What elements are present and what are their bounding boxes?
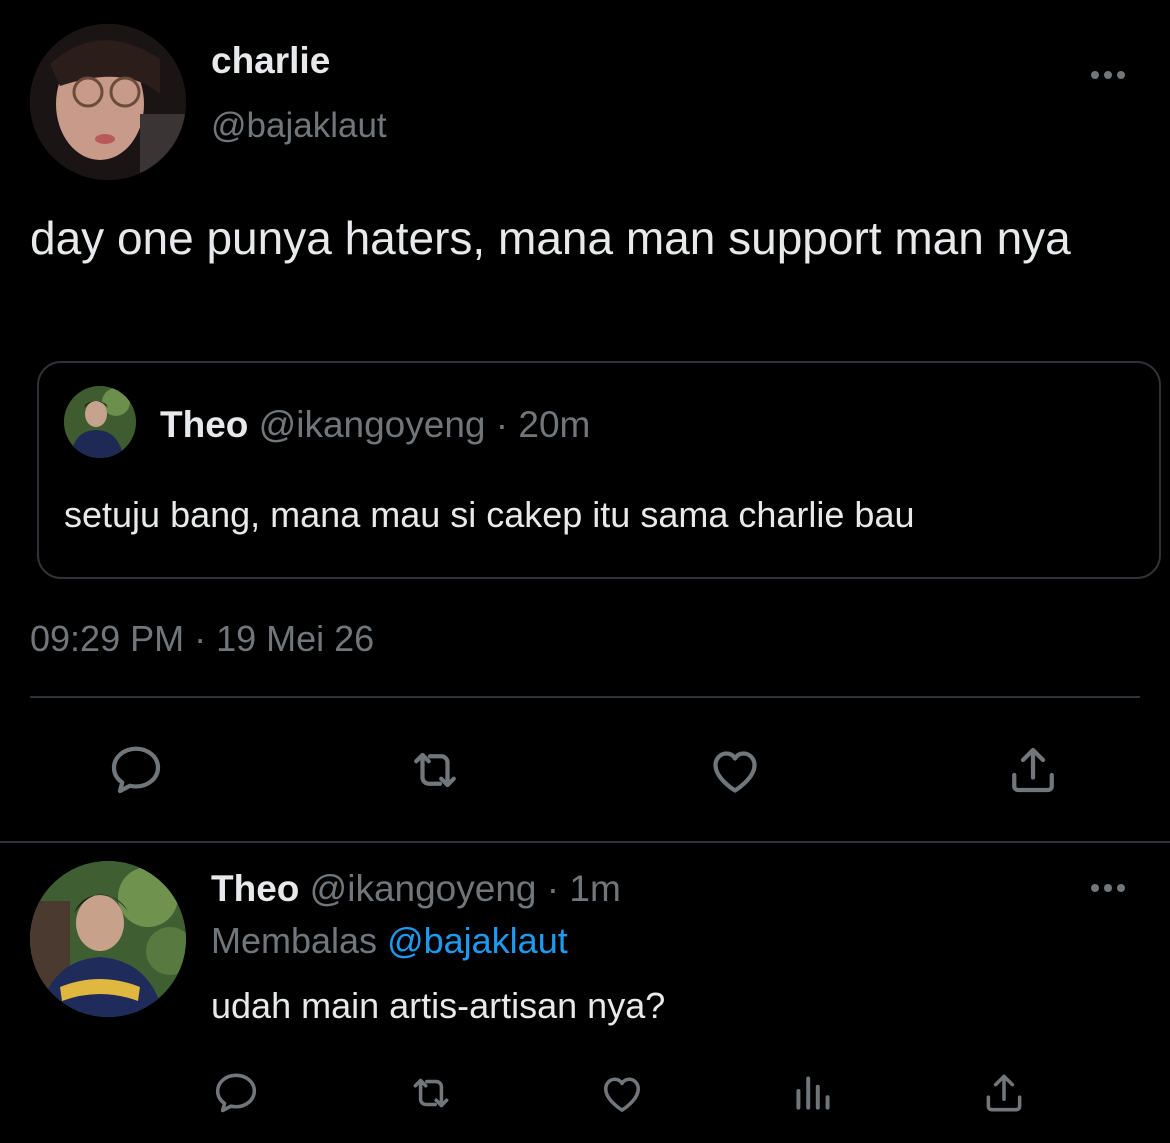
- analytics-button[interactable]: [788, 1068, 838, 1118]
- more-horizontal-icon[interactable]: [1086, 62, 1130, 88]
- retweet-button[interactable]: [405, 740, 465, 800]
- quoted-time-ago: 20m: [518, 404, 591, 445]
- retweet-button[interactable]: [406, 1068, 456, 1118]
- quoted-tweet-text: setuju bang, mana mau si cakep itu sama …: [64, 494, 915, 535]
- like-button[interactable]: [705, 740, 765, 800]
- like-button[interactable]: [597, 1068, 647, 1118]
- separator-dot: ·: [495, 404, 509, 445]
- divider: [0, 841, 1170, 843]
- share-button[interactable]: [979, 1068, 1029, 1118]
- reply-button[interactable]: [211, 1068, 261, 1118]
- like-icon: [713, 751, 757, 793]
- separator-dot: ·: [546, 868, 560, 909]
- quoted-handle: @ikangoyeng: [258, 404, 486, 445]
- avatar[interactable]: [30, 24, 186, 180]
- share-icon: [1012, 747, 1054, 793]
- analytics-icon: [796, 1076, 830, 1110]
- reply-handle[interactable]: @ikangoyeng: [310, 868, 537, 909]
- replying-label: Membalas: [211, 920, 378, 961]
- avatar-image: [30, 24, 186, 180]
- share-icon: [986, 1074, 1022, 1112]
- quoted-avatar: [64, 386, 136, 458]
- display-name[interactable]: charlie: [211, 40, 330, 82]
- reply-avatar[interactable]: [30, 861, 186, 1017]
- reply-header: Theo @ikangoyeng · 1m: [211, 868, 621, 910]
- divider: [30, 696, 1140, 698]
- reply-avatar-image: [30, 861, 186, 1017]
- quoted-avatar-image: [64, 386, 136, 458]
- reply-display-name[interactable]: Theo: [211, 868, 299, 909]
- retweet-icon: [414, 752, 456, 788]
- quoted-tweet-card[interactable]: [37, 361, 1161, 579]
- retweet-icon: [413, 1078, 449, 1108]
- like-icon: [603, 1077, 641, 1112]
- user-handle[interactable]: @bajaklaut: [211, 106, 387, 146]
- quoted-display-name: Theo: [160, 404, 249, 445]
- tweet-timestamp[interactable]: 09:29 PM · 19 Mei 26: [30, 618, 374, 660]
- reply-tweet-text: udah main artis-artisan nya?: [211, 985, 666, 1026]
- share-button[interactable]: [1003, 740, 1063, 800]
- reply-icon: [111, 746, 161, 794]
- quoted-tweet-header: Theo @ikangoyeng · 20m: [160, 404, 590, 446]
- more-horizontal-icon[interactable]: [1086, 875, 1130, 901]
- reply-icon: [215, 1073, 257, 1113]
- reply-time-ago[interactable]: 1m: [569, 868, 620, 909]
- reply-button[interactable]: [106, 740, 166, 800]
- replying-to: Membalas @bajaklaut: [211, 920, 568, 962]
- mention-link[interactable]: @bajaklaut: [387, 920, 568, 961]
- tweet-text: day one punya haters, mana man support m…: [30, 212, 1071, 264]
